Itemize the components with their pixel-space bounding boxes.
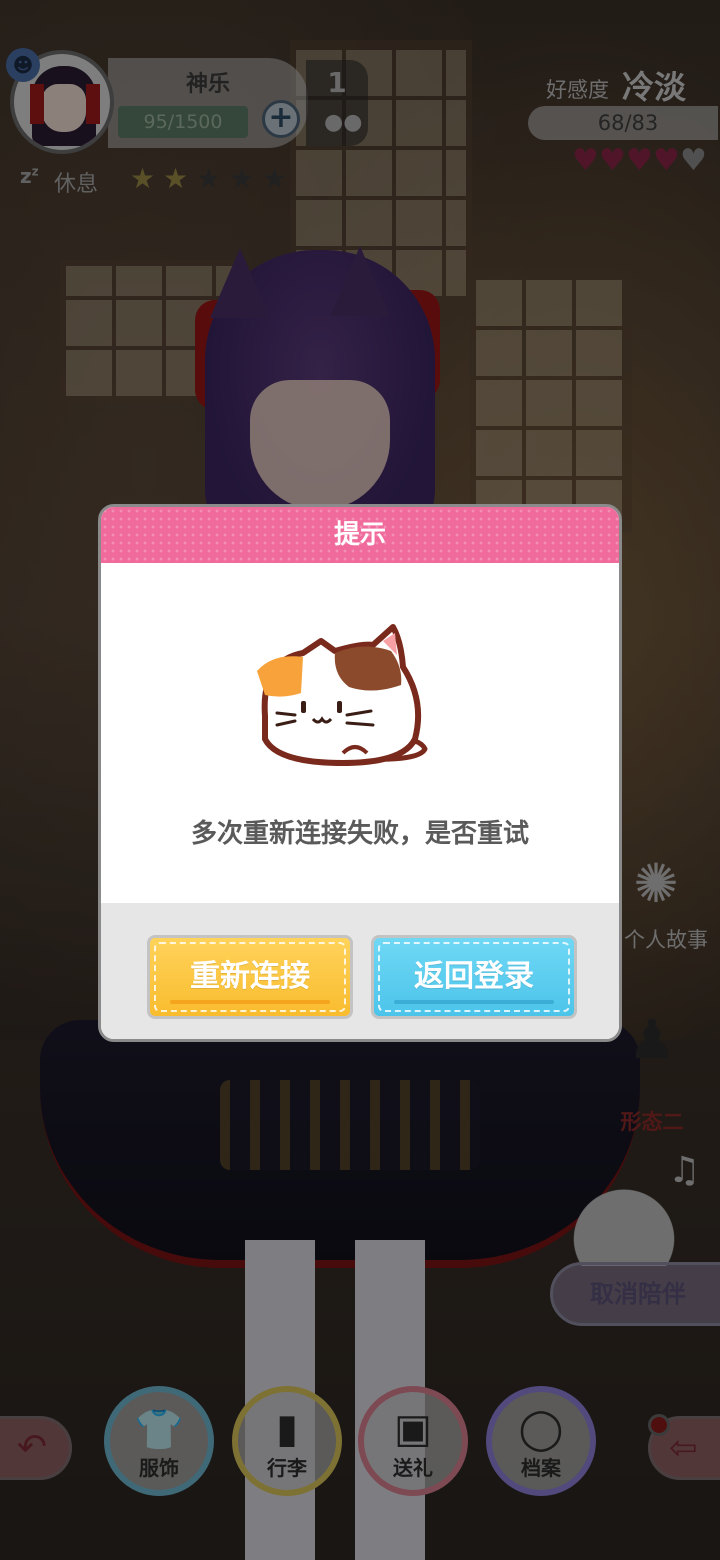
reconnect-label: 重新连接 xyxy=(190,959,310,994)
dialog-title: 提示 xyxy=(333,520,386,550)
reconnect-dialog: 提示 多次重新连接失败，是否重试 重新连接 返回登录 xyxy=(98,504,622,1042)
dialog-footer: 重新连接 返回登录 xyxy=(101,903,619,1039)
dialog-header: 提示 xyxy=(101,507,619,563)
cat-mascot-icon xyxy=(243,621,443,771)
dialog-message: 多次重新连接失败，是否重试 xyxy=(190,819,529,849)
back-to-login-button[interactable]: 返回登录 xyxy=(371,935,577,1019)
back-to-login-label: 返回登录 xyxy=(414,959,534,994)
dialog-body: 多次重新连接失败，是否重试 xyxy=(101,563,619,903)
reconnect-button[interactable]: 重新连接 xyxy=(147,935,353,1019)
game-screen: 神乐 95/1500 + 1 ●● ☻ zz 休息 ★ ★ ★ ★ ★ 好感度 冷淡 6… xyxy=(0,0,720,1560)
